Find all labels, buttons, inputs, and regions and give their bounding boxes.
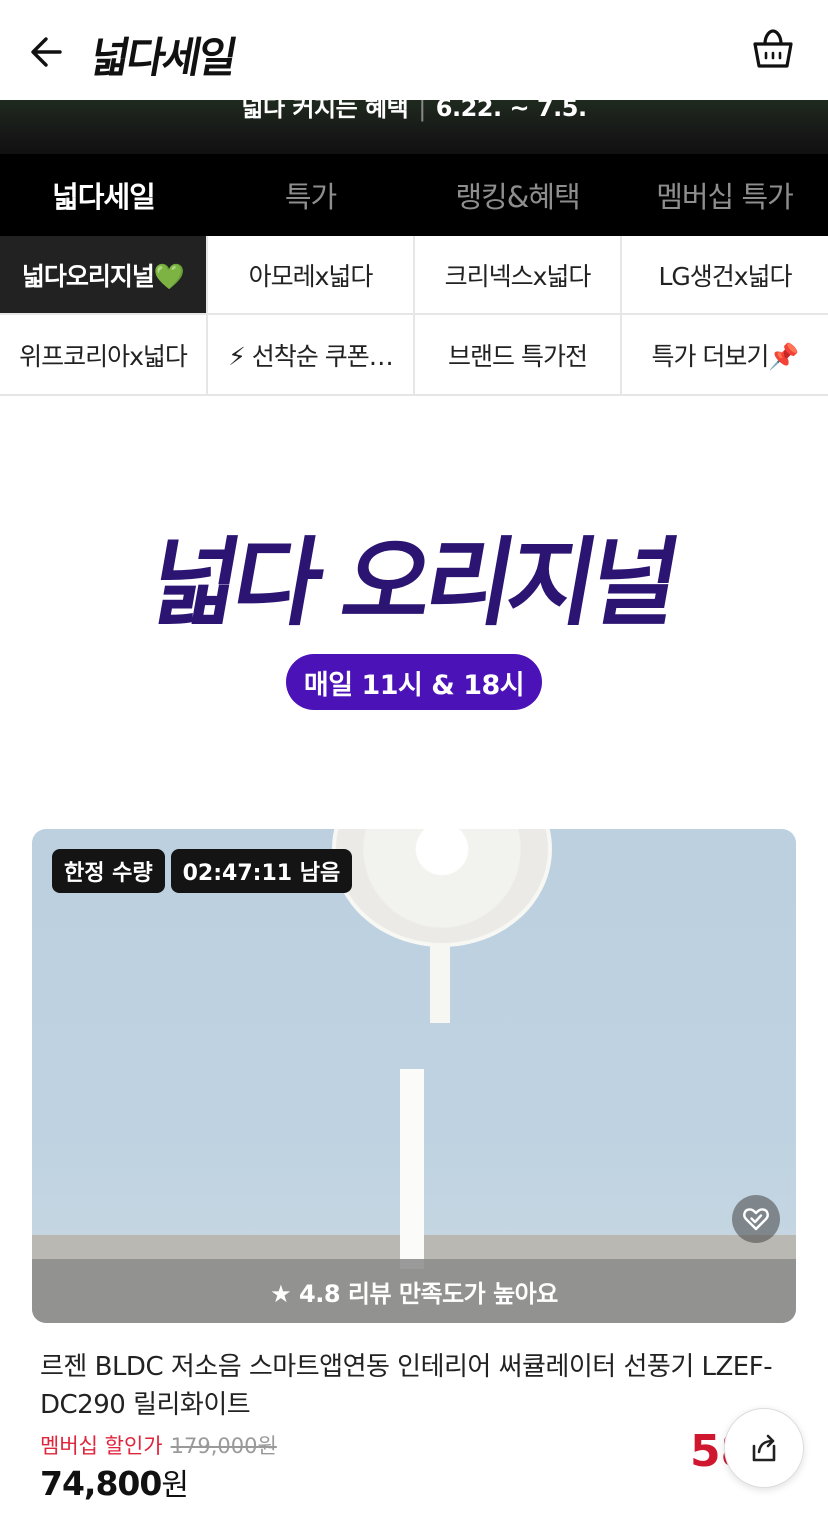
share-icon[interactable] — [724, 1408, 804, 1488]
membership-price-label: 멤버십 할인가 — [40, 1434, 163, 1458]
promo-period: 6.22. ~ 7.5. — [435, 100, 587, 122]
fan-head — [332, 829, 552, 947]
tab-sale[interactable]: 넓다세일 — [0, 174, 207, 216]
review-bar: ★ 4.8 리뷰 만족도가 높아요 — [32, 1259, 796, 1323]
tab-special[interactable]: 특가 — [207, 174, 414, 216]
submenu-label: 특가 더보기📌 — [651, 342, 799, 371]
promo-separator: | — [418, 100, 426, 122]
fan-pole — [400, 1069, 424, 1269]
arrow-left-icon[interactable] — [26, 30, 70, 74]
sale-price: 74,800원 — [40, 1460, 189, 1504]
tab-ranking[interactable]: 랭킹&혜택 — [414, 174, 621, 216]
sale-price-value: 74,800 — [40, 1464, 162, 1503]
promo-text: 넓다 커지는 혜택 — [241, 100, 409, 122]
submenu-label: 넓다오리지널💚 — [21, 261, 185, 291]
submenu-item-wipe[interactable]: 위프코리아x넓다 — [0, 315, 208, 395]
app-bar: 넓다세일 — [0, 0, 828, 100]
hero-title: 넓다 오리지널 — [141, 527, 684, 639]
shopping-basket-icon[interactable] — [750, 26, 796, 72]
submenu-label: LG생건x넓다 — [658, 261, 792, 291]
tab-membership[interactable]: 멤버십 특가 — [621, 174, 828, 216]
submenu-item-coupon[interactable]: ⚡ 선착순 쿠폰… — [208, 315, 415, 395]
fan-neck — [430, 943, 450, 1023]
promo-strip[interactable]: 넓다 커지는 혜택 | 6.22. ~ 7.5. — [0, 100, 828, 154]
currency: 원 — [161, 1468, 189, 1503]
limited-badge: 한정 수량 — [52, 849, 165, 893]
schedule-pill: 매일 11시 & 18시 — [286, 654, 542, 710]
timer-badge: 02:47:11 남음 — [170, 849, 353, 893]
submenu-item-amore[interactable]: 아모레x넓다 — [208, 236, 415, 315]
heart-check-icon[interactable] — [732, 1195, 780, 1243]
original-price: 179,000원 — [170, 1434, 277, 1458]
price-line: 멤버십 할인가 179,000원 — [40, 1430, 277, 1460]
submenu-item-original[interactable]: 넓다오리지널💚 — [0, 236, 208, 315]
submenu-item-more[interactable]: 특가 더보기📌 — [622, 315, 828, 395]
submenu-grid: 넓다오리지널💚 아모레x넓다 크리넥스x넓다 LG생건x넓다 위프코리아x넓다 … — [0, 236, 828, 396]
submenu-label: 아모레x넓다 — [248, 261, 374, 291]
submenu-item-brand[interactable]: 브랜드 특가전 — [415, 315, 622, 395]
product-name[interactable]: 르젠 BLDC 저소음 스마트앱연동 인테리어 써큘레이터 선풍기 LZEF-D… — [40, 1348, 790, 1424]
submenu-label: ⚡ 선착순 쿠폰… — [228, 342, 393, 371]
submenu-label: 브랜드 특가전 — [448, 342, 588, 371]
category-tabs: 넓다세일 특가 랭킹&혜택 멤버십 특가 — [0, 154, 828, 236]
product-badges: 한정 수량 02:47:11 남음 — [52, 849, 353, 893]
submenu-item-kleenex[interactable]: 크리넥스x넓다 — [415, 236, 622, 315]
submenu-item-lg[interactable]: LG생건x넓다 — [622, 236, 828, 315]
product-image[interactable]: 한정 수량 02:47:11 남음 ★ 4.8 리뷰 만족도가 높아요 — [32, 829, 796, 1323]
submenu-label: 위프코리아x넓다 — [19, 342, 188, 371]
app-logo[interactable]: 넓다세일 — [87, 24, 240, 85]
submenu-label: 크리넥스x넓다 — [444, 261, 592, 291]
